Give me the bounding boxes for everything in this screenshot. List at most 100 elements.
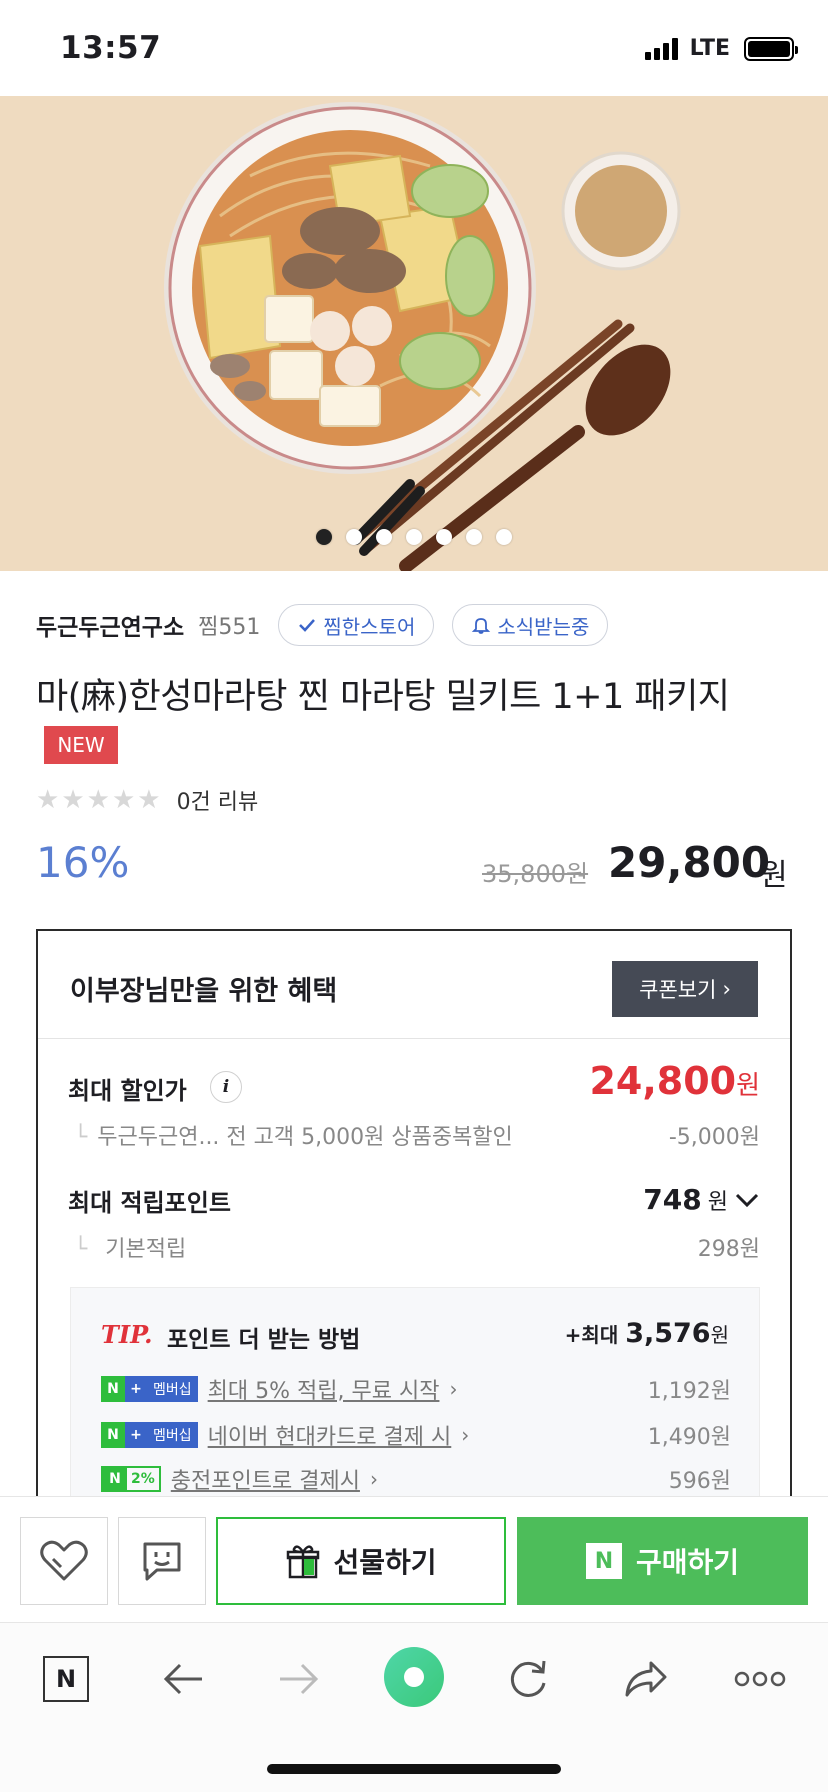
favorited-store-button[interactable]: 찜한스토어 [278,604,435,646]
chat-icon [143,1542,181,1581]
notify-button[interactable]: 소식받는중 [452,604,609,646]
status-bar: 13:57 LTE [0,0,828,96]
tip-amount: 1,490원 [647,1425,731,1450]
green-dot-icon [384,1647,444,1707]
check-icon [299,619,316,632]
chevron-right-icon: › [369,1467,378,1491]
tag-membership: 멤버십 [147,1376,198,1402]
info-icon[interactable]: i [210,1071,242,1103]
tag-n: N [103,1468,127,1490]
store-favorite-count: 찜551 [198,615,261,640]
tag-plus: + [125,1422,147,1448]
original-price: 35,800원 [482,860,589,888]
buy-button[interactable]: N 구매하기 [517,1517,808,1605]
discount-detail-amount: -5,000원 [668,1125,760,1150]
star-icon: ★ [111,785,136,815]
rating[interactable]: ★ ★ ★ ★ ★ 0건 리뷰 [36,784,258,816]
refresh-icon [510,1660,546,1697]
gallery-dot[interactable] [376,529,392,545]
basic-points-label: 기본적립 [105,1237,187,1262]
tip-link[interactable]: 최대 5% 적립, 무료 시작 [208,1373,440,1405]
tip-label: TIP. [101,1320,153,1349]
forward-button[interactable] [268,1649,328,1709]
tag-membership: 멤버십 [147,1422,198,1448]
max-discount-label: 최대 할인가 [68,1077,187,1105]
arrow-right-icon [280,1663,319,1695]
gallery-dot[interactable] [406,529,422,545]
heart-icon [40,1540,88,1581]
product-image[interactable] [0,96,828,571]
max-discount-value: 24,800 [589,1059,737,1103]
gift-button-label: 선물하기 [333,1546,437,1579]
tag-n: N [101,1422,125,1448]
benefit-panel: 이부장님만을 위한 혜택 쿠폰보기 › 최대 할인가 i 24,800원 └ 두근… [36,929,792,1549]
coupon-button-label: 쿠폰보기 [639,978,717,1002]
gallery-dot[interactable] [436,529,452,545]
chevron-right-icon: › [461,1423,470,1447]
tip-max-prefix: +최대 [564,1323,619,1347]
tip-max-currency: 원 [710,1323,729,1347]
coupon-button[interactable]: 쿠폰보기 › [612,961,758,1017]
tag-plus: + [125,1376,147,1402]
green-dot-button[interactable] [380,1643,448,1711]
star-icon: ★ [36,785,60,815]
store-row: 두근두근연구소 찜551 찜한스토어 소식받는중 [36,604,609,646]
refresh-button[interactable] [498,1649,558,1709]
status-time: 13:57 [60,30,162,66]
max-points-toggle[interactable]: 748 원 [643,1183,760,1216]
talk-button[interactable] [118,1517,206,1605]
tip-max-value: 3,576 [625,1318,711,1349]
gallery-dot[interactable] [466,529,482,545]
malatang-photo [0,96,828,571]
tag-n: N [101,1376,125,1402]
chevron-right-icon: › [722,977,731,1001]
naver-plus-membership-tag: N + 멤버십 [101,1422,198,1448]
wishlist-button[interactable] [20,1517,108,1605]
gift-icon [287,1545,320,1579]
tip-amount: 596원 [668,1469,731,1494]
max-discount-price: 24,800원 [589,1059,760,1103]
share-icon [625,1661,667,1697]
notify-label: 소식받는중 [497,614,590,639]
max-discount-currency: 원 [736,1071,760,1101]
tip-row-card[interactable]: N + 멤버십 네이버 현대카드로 결제 시 › 1,490원 [101,1420,731,1450]
tip-text: 포인트 더 받는 방법 [167,1327,361,1353]
star-icon: ★ [86,785,110,815]
battery-icon [744,36,798,61]
tip-max-points: +최대 3,576원 [565,1318,729,1349]
tip-row-charge-points[interactable]: N 2% 충전포인트로 결제시 › 596원 [101,1464,731,1494]
sale-price-currency: 원 [760,858,788,893]
back-button[interactable] [154,1649,214,1709]
tip-link[interactable]: 충전포인트로 결제시 [171,1463,360,1495]
purchase-action-bar: 선물하기 N 구매하기 [0,1496,828,1622]
discount-detail-text: 두근두근연... 전 고객 5,000원 상품중복할인 [97,1125,513,1150]
naver-logo-icon: N [43,1656,89,1702]
gallery-dot[interactable] [346,529,362,545]
star-icon: ★ [137,785,161,815]
bell-icon [472,618,491,634]
gallery-dot[interactable] [496,529,512,545]
network-label: LTE [689,36,730,61]
more-button[interactable] [730,1649,790,1709]
benefit-header: 이부장님만을 위한 혜택 쿠폰보기 › [38,931,790,1039]
gallery-dots[interactable] [0,529,828,545]
status-indicators: LTE [644,36,798,61]
discount-detail: └ 두근두근연... 전 고객 5,000원 상품중복할인 [74,1125,513,1150]
basic-points-value: 298원 [697,1237,760,1262]
arrow-left-icon [163,1663,202,1695]
discount-rate: 16% [36,838,130,887]
benefit-title: 이부장님만을 위한 혜택 [70,976,338,1007]
tip-row-membership[interactable]: N + 멤버십 최대 5% 적립, 무료 시작 › 1,192원 [101,1374,731,1404]
home-indicator[interactable] [267,1764,561,1774]
gallery-dot[interactable] [316,529,332,545]
chevron-right-icon: › [449,1377,458,1401]
product-title: 마(麻)한성마라탕 찐 마라탕 밀키트 1+1 패키지 [36,677,730,717]
store-name[interactable]: 두근두근연구소 [36,608,184,642]
tip-link[interactable]: 네이버 현대카드로 결제 시 [208,1419,452,1451]
naver-home-button[interactable]: N [36,1649,96,1709]
naver-plus-membership-tag: N + 멤버십 [101,1376,198,1402]
tip-amount: 1,192원 [647,1379,731,1404]
gift-button[interactable]: 선물하기 [216,1517,506,1605]
share-button[interactable] [616,1649,676,1709]
naver-pay-icon: N [585,1543,622,1579]
